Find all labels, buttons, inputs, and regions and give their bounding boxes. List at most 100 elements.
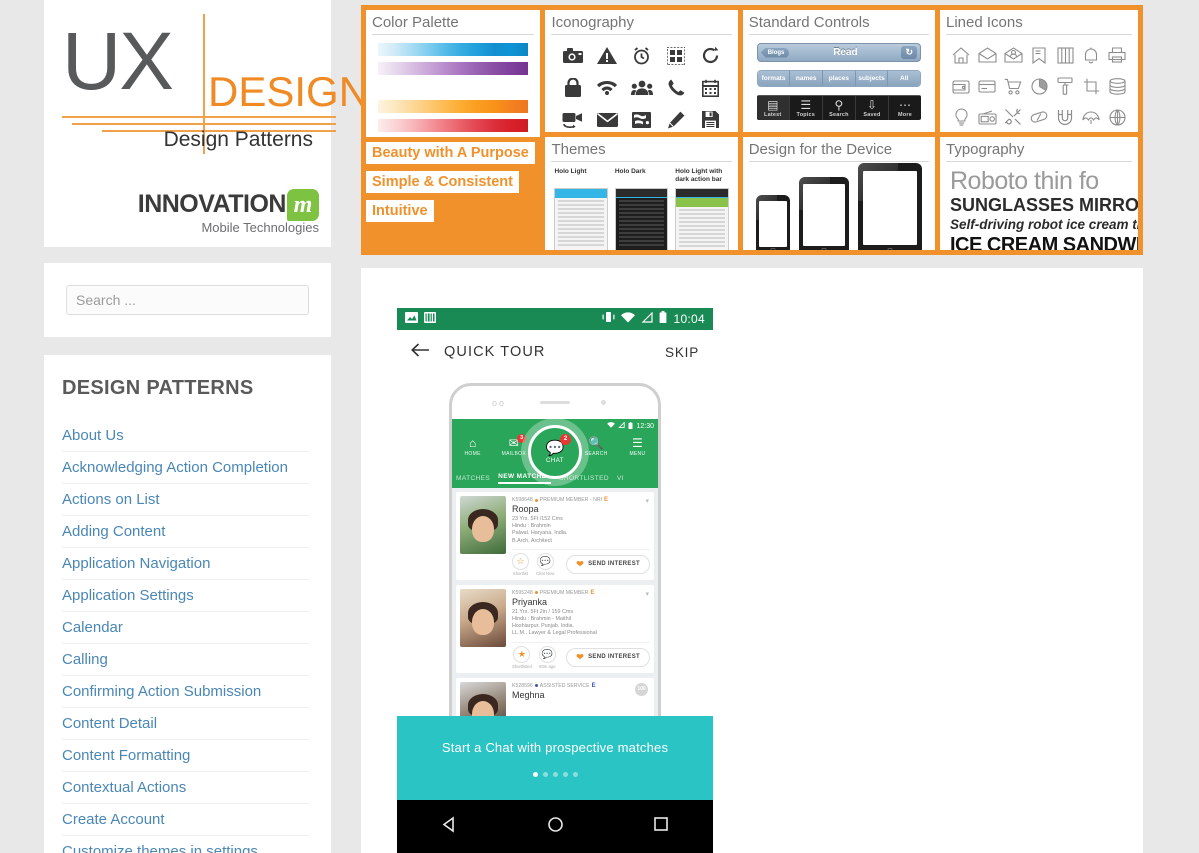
sidebar-item-application-navigation[interactable]: Application Navigation (62, 548, 309, 579)
nav-label: MENU (629, 451, 646, 457)
sidebar-item-application-settings[interactable]: Application Settings (62, 580, 309, 611)
sidebar-item-actions-on-list[interactable]: Actions on List (62, 484, 309, 515)
list-item[interactable]: Create Account (62, 804, 309, 836)
premium-dot-icon (534, 591, 538, 595)
nav-home[interactable]: ⌂ HOME (452, 436, 493, 457)
segmented-control[interactable]: formats names places subjects All (756, 70, 921, 87)
chat-highlight[interactable]: 💬 CHAT 2 (528, 425, 582, 479)
tab-label: Search (829, 112, 849, 118)
list-item[interactable]: K595248 PREMIUM MEMBER E Priyanka 21 Yrs… (456, 584, 654, 673)
tab-more[interactable]: ⋯ More (889, 96, 921, 120)
list-item[interactable]: Calling (62, 644, 309, 676)
sidebar-item-customize-themes-in-settings[interactable]: Customize themes in settings (62, 836, 309, 853)
segment-all[interactable]: All (888, 71, 920, 86)
device-row (749, 162, 929, 250)
cart-icon (1000, 73, 1026, 99)
tab-viewed[interactable]: VI (617, 475, 624, 482)
refresh-icon[interactable]: ↻ (901, 46, 917, 59)
list-item[interactable]: Confirming Action Submission (62, 676, 309, 708)
sidebar-item-acknowledging-action-completion[interactable]: Acknowledging Action Completion (62, 452, 309, 483)
banner-column-2: Iconography Themes Holo Light Holo Dark … (545, 10, 738, 250)
theme-holo-light: Holo Light (554, 168, 608, 250)
sidebar-item-calendar[interactable]: Calendar (62, 612, 309, 643)
phone-icon (659, 74, 693, 101)
back-triangle-icon[interactable] (441, 815, 458, 838)
sidebar: UX DESIGN Design Patterns INNOVATION m M… (44, 0, 369, 853)
list-item[interactable]: Adding Content (62, 516, 309, 548)
design-system-banner: Color Palette Beauty with A Purpose Simp… (361, 5, 1143, 255)
typography-samples: Roboto thin fo SUNGLASSES MIRROR Self-dr… (946, 166, 1138, 250)
sidebar-item-calling[interactable]: Calling (62, 644, 309, 675)
page-dot-2[interactable] (542, 771, 548, 777)
sidebar-item-create-account[interactable]: Create Account (62, 804, 309, 835)
star-outline-icon[interactable]: ☆ (512, 552, 529, 570)
tagline-intuitive: Intuitive (366, 200, 434, 222)
profile-name: Roopa (512, 504, 539, 514)
chevron-down-icon[interactable]: ▾ (645, 497, 649, 505)
nav-label: HOME (464, 451, 481, 457)
sidebar-item-about-us[interactable]: About Us (62, 420, 309, 451)
back-button[interactable]: Blogs (760, 47, 790, 58)
list-item[interactable]: Calendar (62, 612, 309, 644)
tab-label: Latest (764, 112, 782, 118)
sidebar-item-content-formatting[interactable]: Content Formatting (62, 740, 309, 771)
home-circle-icon[interactable] (547, 816, 564, 838)
back-arrow-icon[interactable] (411, 342, 430, 362)
search-input[interactable] (66, 285, 309, 315)
shortlist-action[interactable]: ☆ Shortlist (512, 552, 529, 576)
theme-label: Holo Dark (614, 167, 646, 175)
list-item[interactable]: Content Detail (62, 708, 309, 740)
download-icon: ⇩ (866, 98, 877, 112)
tab-matches[interactable]: MATCHES (456, 475, 490, 482)
list-item[interactable]: Customize themes in settings (62, 836, 309, 853)
tab-search[interactable]: ⚲ Search (823, 96, 856, 120)
tab-topics[interactable]: ☰ Topics (790, 96, 823, 120)
chevron-down-icon[interactable]: ▾ (645, 590, 649, 598)
palette-ramp-purple (378, 62, 529, 75)
chat-action[interactable]: 💬 Chat Now (536, 552, 554, 576)
recents-square-icon[interactable] (653, 816, 669, 837)
segment-names[interactable]: names (790, 71, 824, 86)
list-item[interactable]: Contextual Actions (62, 772, 309, 804)
list-item[interactable]: Content Formatting (62, 740, 309, 772)
list-item[interactable]: K598648 PREMIUM MEMBER - NRI E Roopa 23 … (456, 492, 654, 580)
page-dot-4[interactable] (562, 771, 568, 777)
theme-holo-light-dark-action-bar: Holo Light with dark action bar (675, 168, 729, 250)
quick-tour-header: QUICK TOUR SKIP (397, 330, 713, 375)
magnet-icon (1052, 104, 1078, 130)
sidebar-item-contextual-actions[interactable]: Contextual Actions (62, 772, 309, 803)
panel-title: Themes (551, 141, 732, 162)
segment-formats[interactable]: formats (757, 71, 791, 86)
design-for-device-panel: Design for the Device (742, 136, 935, 250)
list-item[interactable]: Actions on List (62, 484, 309, 516)
device-small-tablet (798, 176, 849, 250)
shortlist-action[interactable]: ★ Shortlisted (512, 645, 532, 669)
profile-meta: K598648 PREMIUM MEMBER - NRI E (512, 497, 650, 503)
page-dot-5[interactable] (572, 771, 578, 777)
list-item[interactable]: About Us (62, 420, 309, 452)
pattern-screenshot: 10:04 QUICK TOUR SKIP oo 12:30 ⌂ HOME ✉ … (397, 308, 713, 853)
logo-tagline: Design Patterns (163, 128, 313, 151)
list-item[interactable]: Application Settings (62, 580, 309, 612)
skip-button[interactable]: SKIP (665, 345, 699, 360)
sidebar-item-confirming-action-submission[interactable]: Confirming Action Submission (62, 676, 309, 707)
send-interest-button[interactable]: ❤ SEND INTEREST (566, 647, 650, 667)
sidebar-item-content-detail[interactable]: Content Detail (62, 708, 309, 739)
send-interest-button[interactable]: ❤ SEND INTEREST (566, 554, 650, 574)
page-dot-1[interactable] (532, 771, 538, 777)
chat-bubble-icon[interactable]: 💬 (536, 552, 554, 570)
star-filled-icon[interactable]: ★ (513, 645, 531, 663)
segment-places[interactable]: places (823, 71, 856, 86)
panel-title: Iconography (551, 14, 732, 35)
page-dot-3[interactable] (552, 771, 558, 777)
chat-action[interactable]: 💬 50m ago (538, 645, 556, 669)
tab-saved[interactable]: ⇩ Saved (856, 96, 889, 120)
segment-subjects[interactable]: subjects (855, 71, 889, 86)
nav-menu[interactable]: ☰ MENU (617, 436, 658, 457)
tab-latest[interactable]: ▤ Latest (756, 96, 790, 120)
list-item[interactable]: Application Navigation (62, 548, 309, 580)
chat-bubble-icon[interactable]: 💬 (538, 645, 556, 663)
profile-info: K595248 PREMIUM MEMBER E Priyanka 21 Yrs… (506, 589, 650, 669)
sidebar-item-adding-content[interactable]: Adding Content (62, 516, 309, 547)
list-item[interactable]: Acknowledging Action Completion (62, 452, 309, 484)
